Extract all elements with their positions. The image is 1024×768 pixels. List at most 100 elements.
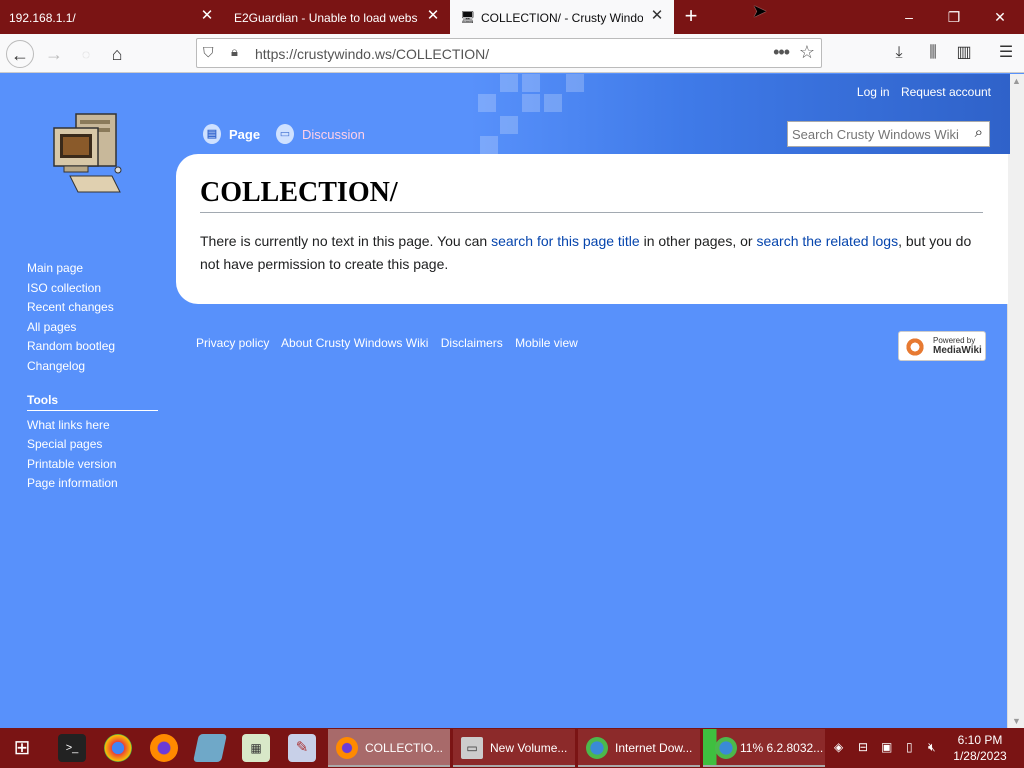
- search-page-title-link[interactable]: search for this page title: [491, 233, 640, 249]
- display-icon[interactable]: ▣: [881, 740, 892, 754]
- url-text[interactable]: https://crustywindo.ws/COLLECTION/: [255, 46, 489, 62]
- tab-title: COLLECTION/ - Crusty Windo: [481, 11, 643, 25]
- scroll-up-arrow-icon[interactable]: ▲: [1012, 76, 1021, 86]
- browser-tab-bar: 192.168.1.1/ ✕ E2Guardian - Unable to lo…: [0, 0, 1024, 34]
- windows-taskbar: ⊞ >_ ▦ ✎ COLLECTIO... ▭ New Volume... In…: [0, 728, 1024, 768]
- new-tab-plus-icon[interactable]: +: [680, 5, 702, 27]
- body-text: in other pages, or: [639, 233, 757, 249]
- address-bar[interactable]: ⛉ 🔒︎ https://crustywindo.ws/COLLECTION/ …: [196, 38, 822, 68]
- page-body: There is currently no text in this page.…: [200, 230, 990, 276]
- sidebar-item-page-information[interactable]: Page information: [27, 475, 167, 495]
- disclaimers-link[interactable]: Disclaimers: [441, 336, 503, 350]
- page-actions-menu-icon[interactable]: •••: [773, 42, 790, 63]
- close-tab-icon[interactable]: ✕: [424, 7, 442, 25]
- volume-muted-icon[interactable]: 🔇︎: [928, 740, 936, 755]
- restore-icon[interactable]: ❐: [944, 7, 964, 27]
- back-arrow-icon[interactable]: ←: [6, 40, 34, 68]
- tab-page[interactable]: ▤ Page: [203, 124, 260, 144]
- terminal-icon[interactable]: >_: [58, 734, 86, 762]
- paint-icon[interactable]: ✎: [288, 734, 316, 762]
- discussion-icon: ▭: [276, 124, 294, 144]
- log-in-link[interactable]: Log in: [857, 85, 890, 99]
- close-tab-icon[interactable]: ✕: [198, 7, 216, 25]
- task-label: New Volume...: [490, 741, 568, 755]
- sidebar-item-random-bootleg[interactable]: Random bootleg: [27, 338, 167, 358]
- powered-by-text: Powered by: [933, 336, 976, 345]
- page-icon: ▤: [203, 124, 221, 144]
- network-icon[interactable]: ⊟: [858, 740, 868, 754]
- sidebar-item-iso-collection[interactable]: ISO collection: [27, 280, 167, 300]
- bookmark-star-icon[interactable]: ☆: [799, 42, 815, 63]
- body-text: There is currently no text in this page.…: [200, 233, 492, 249]
- lock-icon[interactable]: 🔒︎: [231, 44, 238, 60]
- close-window-icon[interactable]: ✕: [990, 7, 1010, 27]
- page-scrollbar[interactable]: ▲ ▼: [1007, 74, 1024, 728]
- drive-icon: ▭: [461, 737, 483, 759]
- sidebar-item-printable-version[interactable]: Printable version: [27, 456, 167, 476]
- spreadsheet-icon[interactable]: ▦: [242, 734, 270, 762]
- wiki-search: ⌕: [787, 121, 990, 147]
- page-title: COLLECTION/: [200, 176, 983, 213]
- firefox-icon: [336, 737, 358, 759]
- library-icon[interactable]: ⫼: [922, 42, 944, 64]
- tracking-shield-icon[interactable]: ⛉: [203, 44, 214, 61]
- sidebar-item-what-links-here[interactable]: What links here: [27, 417, 167, 437]
- browser-tab[interactable]: E2Guardian - Unable to load websit ✕: [224, 0, 450, 34]
- personal-links: Log in Request account: [849, 85, 991, 99]
- browser-tab-active[interactable]: 🖥 COLLECTION/ - Crusty Windo ✕: [450, 0, 674, 34]
- privacy-policy-link[interactable]: Privacy policy: [196, 336, 269, 350]
- tools-heading: Tools: [27, 393, 158, 411]
- browser-tab[interactable]: 192.168.1.1/ ✕: [0, 0, 224, 34]
- browser-toolbar: ← → ◌ ⌂ ⛉ 🔒︎ https://crustywindo.ws/COLL…: [0, 34, 1024, 73]
- windows-start-icon[interactable]: ⊞: [8, 734, 36, 762]
- usb-icon[interactable]: ▯: [906, 740, 913, 754]
- sidebar-item-all-pages[interactable]: All pages: [27, 319, 167, 339]
- firefox-icon[interactable]: [150, 734, 178, 762]
- tab-discussion-label: Discussion: [302, 126, 365, 142]
- download-manager-icon: [715, 737, 737, 759]
- content-area: COLLECTION/ There is currently no text i…: [176, 154, 1008, 304]
- clock-time: 6:10 PM: [957, 733, 1003, 747]
- tab-page-label: Page: [229, 126, 261, 142]
- hamburger-menu-icon[interactable]: ☰: [995, 42, 1017, 64]
- downloads-icon[interactable]: ⤓: [888, 42, 910, 64]
- system-clock[interactable]: 6:10 PM 1/28/2023: [952, 732, 1008, 764]
- download-manager-icon: [586, 737, 608, 759]
- site-logo-computer-icon[interactable]: [50, 110, 126, 196]
- footer-links: Privacy policy About Crusty Windows Wiki…: [196, 336, 587, 350]
- minimize-icon[interactable]: –: [899, 7, 919, 27]
- search-input[interactable]: [792, 126, 964, 143]
- chrome-icon[interactable]: [104, 734, 132, 762]
- taskbar-item-explorer[interactable]: ▭ New Volume...: [453, 729, 575, 767]
- task-label: COLLECTIO...: [365, 741, 444, 755]
- task-label: Internet Dow...: [615, 741, 693, 755]
- sidebar-item-special-pages[interactable]: Special pages: [27, 436, 167, 456]
- forward-arrow-icon[interactable]: →: [40, 40, 68, 68]
- taskbar-item-idm[interactable]: Internet Dow...: [578, 729, 700, 767]
- taskbar-item-firefox[interactable]: COLLECTIO...: [328, 729, 450, 767]
- sidebar-item-recent-changes[interactable]: Recent changes: [27, 299, 167, 319]
- home-icon[interactable]: ⌂: [103, 40, 131, 68]
- notepad-icon[interactable]: [193, 734, 227, 762]
- request-account-link[interactable]: Request account: [901, 85, 991, 99]
- mobile-view-link[interactable]: Mobile view: [515, 336, 578, 350]
- mouse-cursor-icon: ➤: [752, 1, 768, 21]
- colorful-tray-icon[interactable]: ◈: [834, 740, 843, 754]
- close-tab-icon[interactable]: ✕: [648, 7, 666, 25]
- mediawiki-text: MediaWiki: [933, 345, 982, 356]
- search-icon[interactable]: ⌕: [975, 124, 983, 141]
- sidebar-toggle-icon[interactable]: ▥: [953, 42, 975, 64]
- tab-title: 192.168.1.1/: [9, 11, 76, 25]
- loading-spinner-icon[interactable]: ◌: [72, 40, 100, 68]
- scroll-down-arrow-icon[interactable]: ▼: [1012, 716, 1021, 726]
- task-label: 11% 6.2.8032...: [740, 741, 824, 755]
- powered-by-mediawiki-badge[interactable]: Powered by MediaWiki: [898, 331, 986, 361]
- search-related-logs-link[interactable]: search the related logs: [756, 233, 898, 249]
- tab-discussion[interactable]: ▭ Discussion: [276, 124, 365, 144]
- sidebar-item-main-page[interactable]: Main page: [27, 260, 167, 280]
- about-link[interactable]: About Crusty Windows Wiki: [281, 336, 428, 350]
- clock-date: 1/28/2023: [953, 749, 1007, 763]
- computer-favicon-icon: 🖥: [460, 10, 476, 24]
- sidebar-item-changelog[interactable]: Changelog: [27, 358, 167, 378]
- taskbar-item-download-progress[interactable]: 11% 6.2.8032...: [703, 729, 825, 767]
